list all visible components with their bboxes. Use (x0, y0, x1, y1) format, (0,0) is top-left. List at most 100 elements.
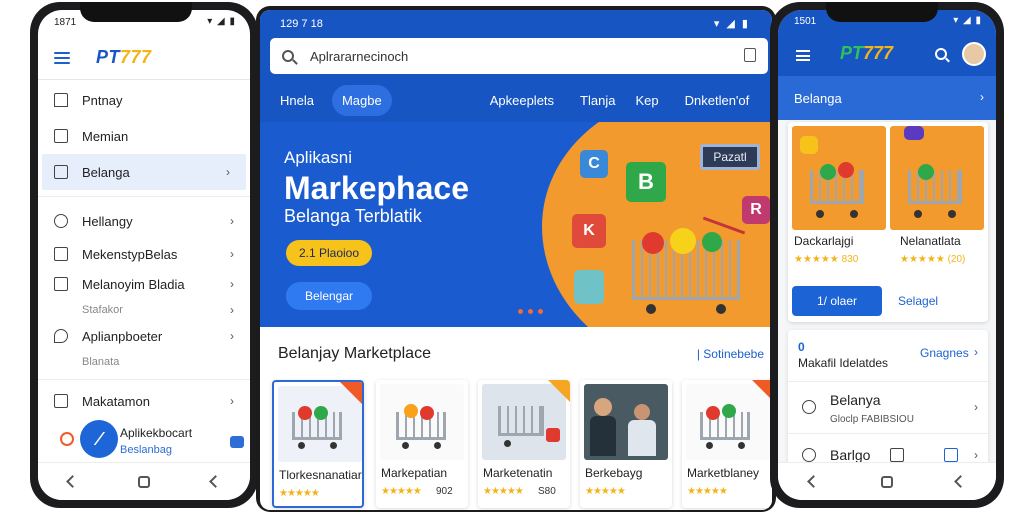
home-button-icon[interactable] (880, 475, 893, 488)
system-nav-bar (38, 462, 250, 500)
product-name: Tlorkesnanatiar (279, 468, 362, 482)
status-icons: ▾ ◢ ▮ (953, 15, 982, 26)
app-card[interactable]: ⁄ Aplikekbocart Beslanbag (58, 420, 246, 468)
app-header: 1501 ▾ ◢ ▮ PT777 Belanga › (778, 10, 996, 120)
back-icon[interactable] (953, 475, 967, 488)
chevron-right-icon: › (226, 165, 230, 179)
tab-magbe[interactable]: Magbe (331, 84, 392, 116)
menu-subitem-label: Stafakor (82, 304, 123, 316)
copy-icon[interactable] (890, 448, 904, 462)
category-tabs: Hnela Magbe Apkeeplets Tlanja Kep Dnketl… (260, 80, 772, 120)
product-image[interactable] (792, 126, 886, 230)
status-time: 1871 (54, 17, 77, 28)
app-name: Aplikekbocart (120, 426, 193, 440)
left-phone: 1871 ▾ ◢ ▮ PT777 Pntnay Memian Belanga ›… (30, 2, 258, 508)
menu-subitem-label: Blanata (82, 356, 120, 368)
menu-item-shop[interactable]: Belanga › (42, 154, 246, 190)
header-badge: 0 (798, 340, 805, 354)
chevron-right-icon: › (230, 214, 234, 228)
list-item-subtitle: Gloclp FABIBSIOU (830, 414, 914, 425)
product-image (482, 384, 566, 460)
bag-icon (54, 277, 68, 291)
menu-item-help[interactable]: Hellangy › (38, 203, 250, 239)
menu-item-member[interactable]: Memian (38, 118, 250, 154)
location-icon (54, 329, 68, 343)
menu-item-label: Hellangy (82, 213, 133, 229)
share-icon[interactable] (744, 48, 756, 62)
avatar[interactable] (962, 42, 986, 66)
rating-count: S80 (538, 486, 556, 497)
product-name: Marketblaney (687, 466, 760, 480)
carousel-dots[interactable] (518, 309, 543, 314)
app-logo: ⁄ (80, 420, 118, 458)
menu-item-apps[interactable]: Aplianpboeter › (38, 321, 250, 351)
hero-kicker: Aplikasni (284, 148, 353, 167)
tab-kep[interactable]: Kep (625, 85, 668, 116)
tab-dnketlen[interactable]: Dnketlen'of (675, 85, 760, 116)
product-image (686, 384, 770, 460)
rating-count: 902 (436, 486, 453, 497)
product-name: Dackarlajgi (794, 234, 854, 248)
shop-link[interactable]: Selagel (898, 294, 938, 308)
see-all-link[interactable]: | Sotinebebe (697, 347, 764, 361)
status-time: 1501 (794, 16, 817, 27)
home-button-icon[interactable] (137, 475, 150, 488)
center-tablet: 129 7 18 ▾ ◢ ▮ Aplrararnecinoch Hnela Ma… (256, 6, 776, 512)
list-item-title: Barlgo (830, 447, 871, 463)
hero-cta-button[interactable]: Belengar (286, 282, 372, 310)
tab-home[interactable]: Hnela (270, 85, 324, 116)
hero-title: Markephace (284, 170, 469, 206)
search-icon[interactable] (935, 48, 947, 60)
chevron-right-icon: › (230, 303, 234, 317)
search-input[interactable]: Aplrararnecinoch (310, 49, 408, 64)
menu-item-label: Belanga (82, 164, 130, 180)
category-bar[interactable]: Belanga › (778, 76, 996, 120)
tablet-screen: 129 7 18 ▾ ◢ ▮ Aplrararnecinoch Hnela Ma… (260, 10, 772, 510)
product-card[interactable]: Marketblaney ★★★★★ (682, 380, 772, 508)
menu-icon[interactable] (54, 51, 70, 64)
menu-icon[interactable] (796, 50, 810, 61)
list-item[interactable]: Belanya Gloclp FABIBSIOU › (788, 382, 988, 434)
app-header: PT777 (38, 36, 250, 80)
tab-apps[interactable]: Apkeeplets (480, 85, 564, 116)
rating-stars: ★★★★★ (20) (900, 254, 966, 265)
chevron-right-icon: › (974, 448, 978, 462)
category-label: Belanga (794, 90, 842, 106)
hero-badge: 2.1 Plaoioo (286, 240, 372, 266)
back-icon[interactable] (208, 475, 222, 488)
rating-stars: ★★★★★ (381, 486, 422, 497)
hero-banner[interactable]: Aplikasni Markephace Belanga Terblatik 2… (260, 122, 772, 327)
product-card[interactable]: Marketenatin ★★★★★ S80 (478, 380, 570, 508)
letter-cube: C (580, 150, 608, 178)
top-bar: 129 7 18 ▾ ◢ ▮ Aplrararnecinoch Hnela Ma… (260, 10, 772, 122)
menu-item-makatamon[interactable]: Makatamon › (38, 386, 250, 416)
chat-icon (230, 436, 244, 448)
chevron-right-icon: › (974, 345, 978, 359)
buy-button[interactable]: 1/ olaer (792, 286, 882, 316)
product-card[interactable]: Tlorkesnanatiar ★★★★★ (272, 380, 364, 508)
info-list: 0 Makafil Idelatdes Gnagnes › Belanya Gl… (788, 330, 988, 480)
see-all-link[interactable]: Gnagnes (920, 346, 969, 360)
menu-subitem[interactable]: Blanata (38, 351, 250, 373)
product-card[interactable]: Markepatian ★★★★★ 902 (376, 380, 468, 508)
product-card[interactable]: Berkebayg ★★★★★ (580, 380, 672, 508)
image-icon[interactable] (944, 448, 958, 462)
back-icon[interactable] (66, 475, 80, 488)
product-image[interactable] (890, 126, 984, 230)
rating-stars: ★★★★★ 830 (794, 254, 859, 265)
back-icon[interactable] (807, 475, 821, 488)
edit-icon (54, 165, 68, 179)
divider (38, 196, 250, 197)
menu-item-home[interactable]: Pntnay (38, 82, 250, 118)
left-phone-screen: 1871 ▾ ◢ ▮ PT777 Pntnay Memian Belanga ›… (38, 10, 250, 500)
menu-item-marketplace[interactable]: MekenstypBelas › (38, 239, 250, 269)
menu-item-label: Memian (82, 128, 129, 144)
chevron-right-icon: › (230, 277, 234, 291)
search-bar[interactable]: Aplrararnecinoch (270, 38, 768, 74)
list-header[interactable]: 0 Makafil Idelatdes Gnagnes › (788, 330, 988, 382)
search-icon (282, 50, 294, 62)
product-name: Marketenatin (483, 466, 553, 480)
menu-subitem[interactable]: Stafakor › (38, 299, 250, 321)
menu-item-media[interactable]: Melanoyim Bladia › (38, 269, 250, 299)
tab-tlanja[interactable]: Tlanja (570, 85, 625, 116)
